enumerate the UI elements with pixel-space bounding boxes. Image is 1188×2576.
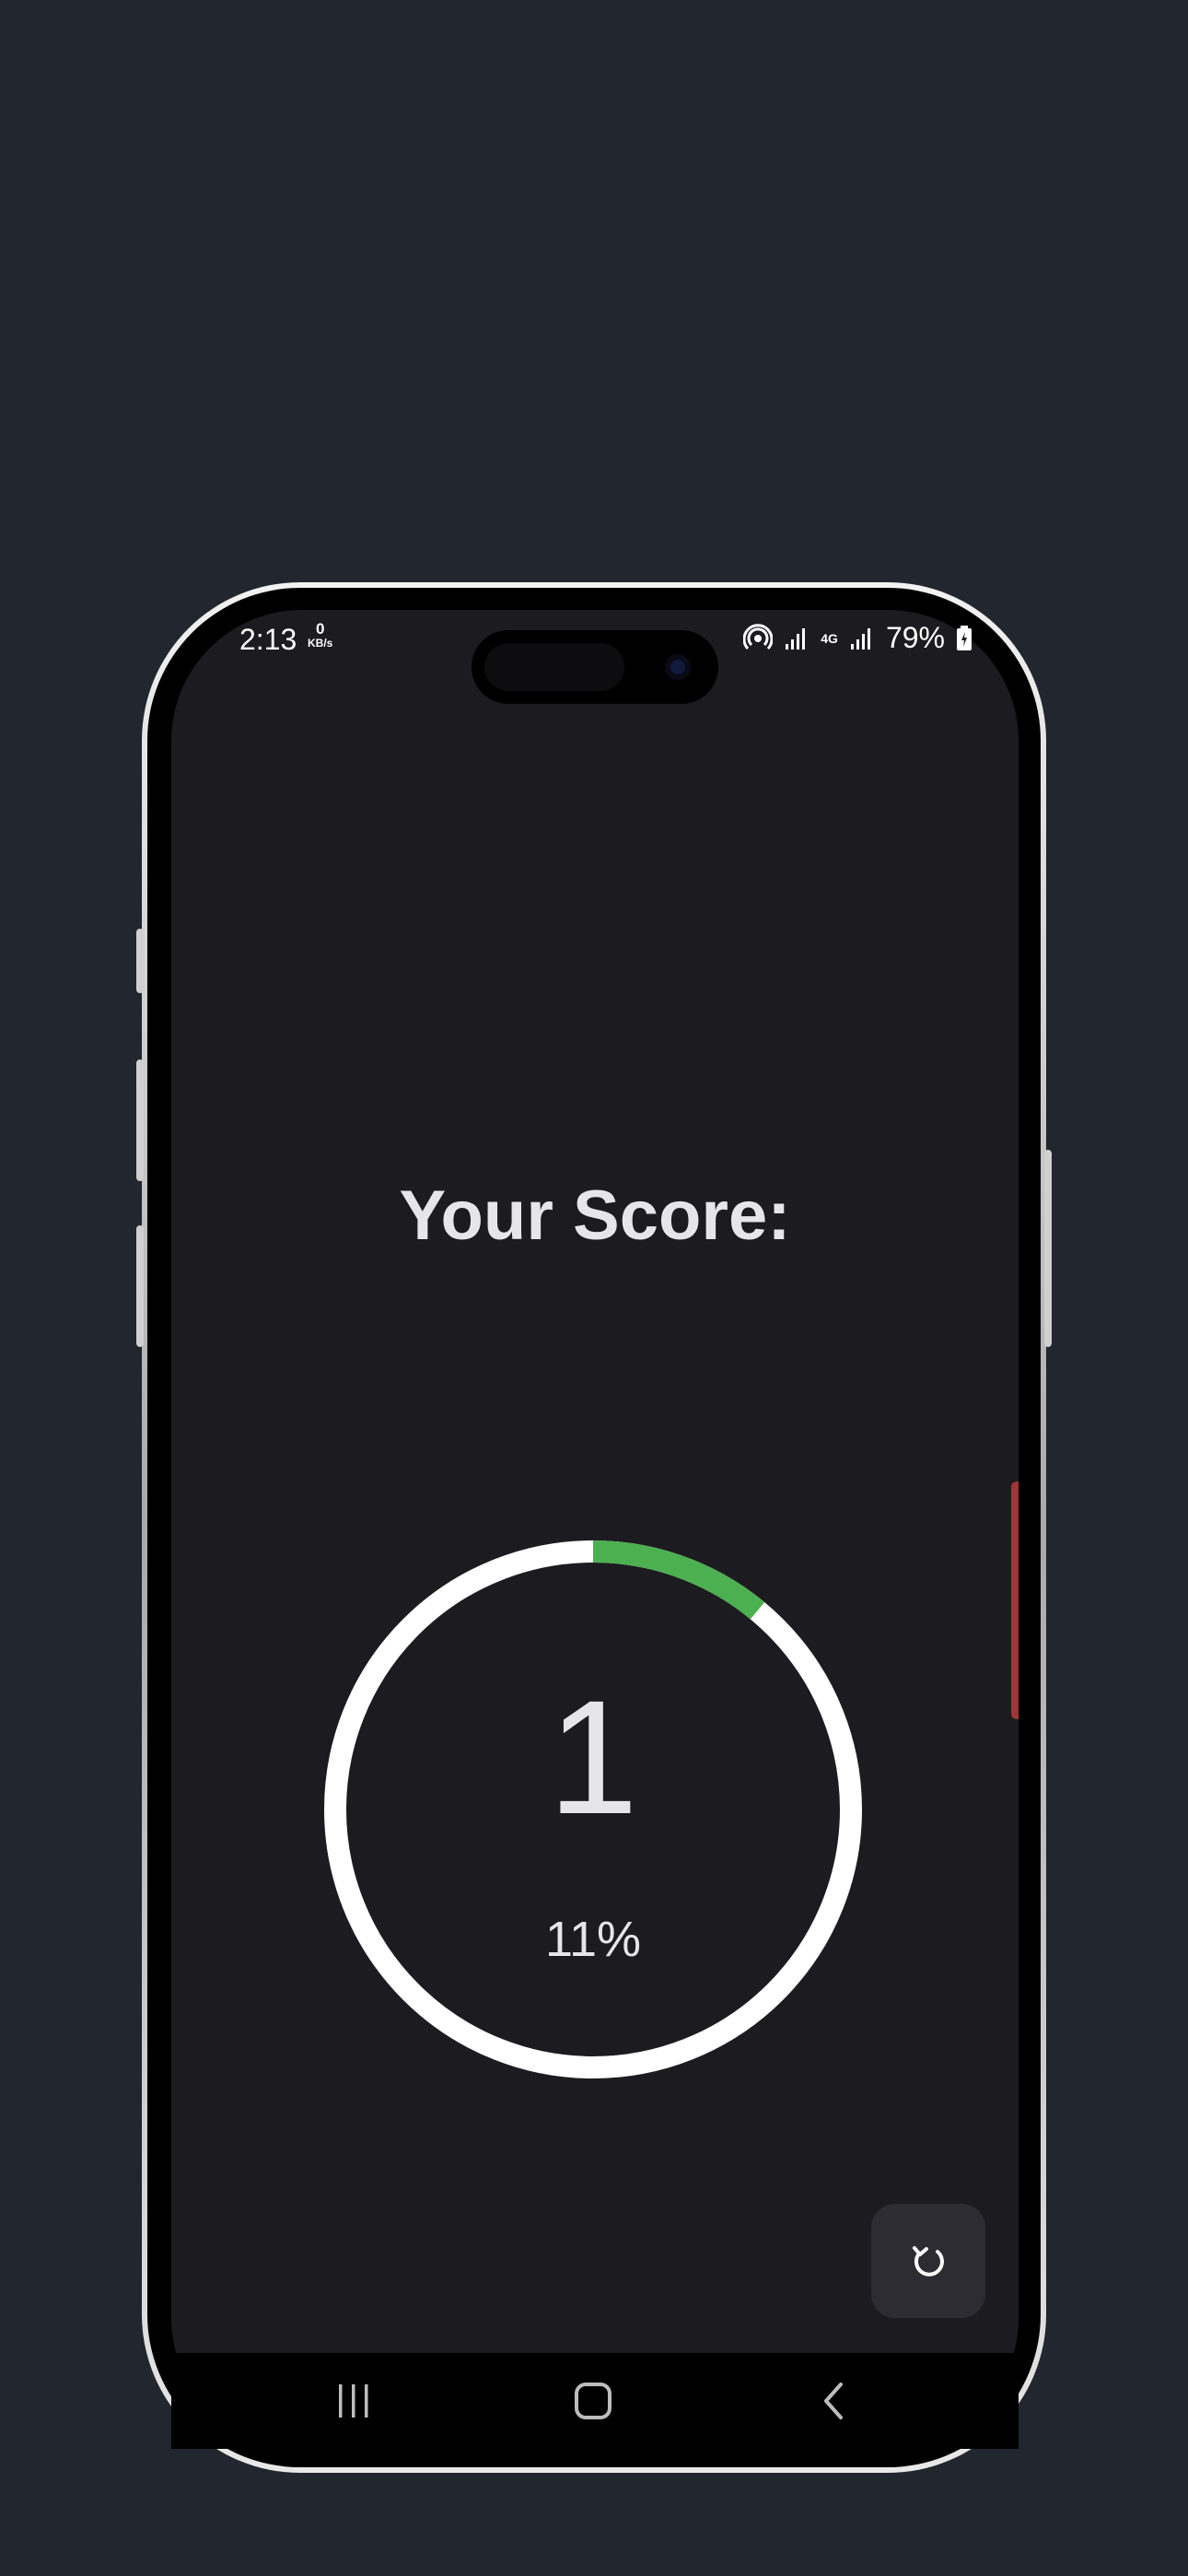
power-button	[1044, 1150, 1052, 1347]
score-percent: 11%	[544, 1912, 642, 1967]
net-speed-unit: KB/s	[308, 637, 333, 650]
refresh-icon	[913, 2246, 944, 2277]
restart-button[interactable]	[871, 2204, 985, 2318]
net-speed: 0 KB/s	[308, 620, 333, 650]
edge-panel-handle[interactable]	[1011, 1481, 1019, 1719]
recent-apps-button[interactable]	[335, 2381, 372, 2421]
action-button	[136, 929, 144, 993]
net-speed-value: 0	[315, 620, 325, 638]
signal-icon	[786, 627, 806, 650]
status-bar: 2:13 0 KB/s 4G 79%	[171, 619, 1019, 665]
back-icon	[824, 2383, 843, 2419]
signal-icon-2	[850, 627, 870, 650]
volume-down-button	[136, 1225, 144, 1347]
battery-icon	[957, 625, 972, 650]
battery-percent: 79%	[885, 621, 945, 654]
score-value: 1	[548, 1668, 638, 1848]
home-icon	[575, 2383, 611, 2419]
navigation-bar	[171, 2353, 1019, 2449]
hotspot-icon	[743, 623, 774, 650]
recent-apps-icon	[339, 2384, 368, 2418]
volume-up-button	[136, 1060, 144, 1181]
status-icons: 4G 79%	[743, 621, 973, 655]
app-screen	[171, 610, 1019, 2449]
back-button[interactable]	[816, 2381, 853, 2421]
home-button[interactable]	[573, 2381, 613, 2421]
network-type: 4G	[821, 630, 838, 646]
status-time: 2:13	[239, 623, 297, 656]
score-title: Your Score:	[399, 1177, 791, 1255]
